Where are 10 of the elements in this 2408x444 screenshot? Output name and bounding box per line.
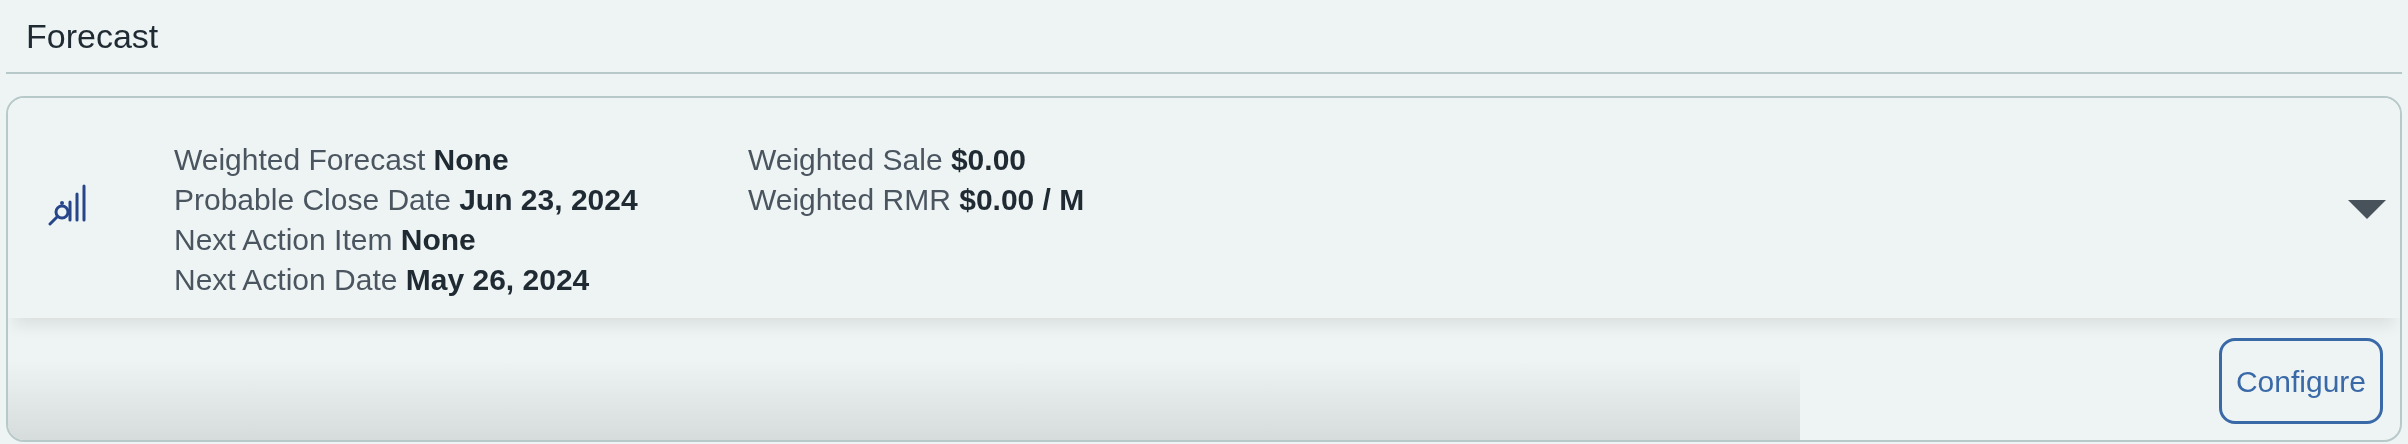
field-text: Probable Close Date Jun 23, 2024	[174, 182, 639, 218]
field-text: Weighted RMR $0.00 / M	[748, 182, 1085, 218]
field-text: Next Action Item None	[174, 222, 477, 258]
section-title: Forecast	[26, 15, 159, 57]
configure-button[interactable]: Configure	[2218, 338, 2383, 424]
field-text: Next Action Date May 26, 2024	[174, 262, 591, 298]
dropdown-caret-icon[interactable]	[2348, 200, 2386, 219]
search-chart-icon	[46, 182, 86, 226]
field-text: Weighted Forecast None	[174, 142, 510, 178]
field-text: Weighted Sale $0.00	[748, 142, 1027, 178]
